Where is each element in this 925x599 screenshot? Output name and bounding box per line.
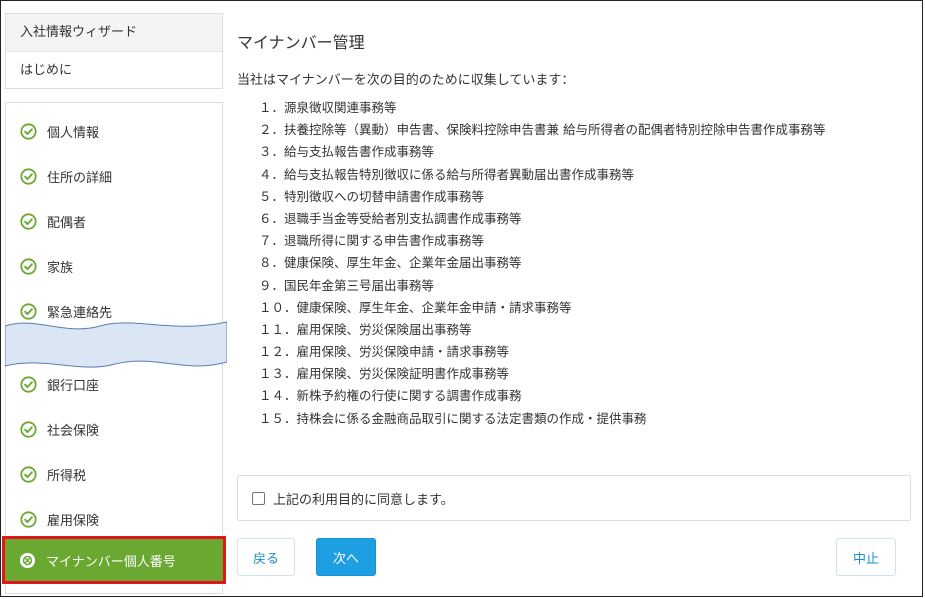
x-circle-icon [5,552,46,569]
check-circle-icon [6,420,47,438]
consent-box: 上記の利用目的に同意します。 [237,475,911,521]
check-circle-icon [6,167,47,185]
sidebar-item-8[interactable]: 所得税 [6,452,222,496]
purpose-item: １３．雇用保険、労災保険証明書作成事務等 [259,366,510,382]
sidebar-item-label: 社会保険 [47,423,100,439]
sidebar-item-1[interactable]: 個人情報 [6,109,222,153]
sidebar-item-intro[interactable]: はじめに [6,52,222,89]
purpose-item: １５．持株会に係る金融商品取引に関する法定書類の作成・提供事務 [259,410,647,426]
sidebar-header: 入社情報ウィザード はじめに [5,13,223,89]
sidebar-item-7[interactable]: 社会保険 [6,407,222,451]
purpose-item: ６．退職手当金等受給者別支払調書作成事務等 [259,210,522,226]
next-button[interactable]: 次へ [316,538,376,576]
check-circle-icon [6,122,47,140]
consent-label[interactable]: 上記の利用目的に同意します。 [273,489,454,508]
sidebar-item-label: 所得税 [47,468,87,484]
sidebar-item-label: マイナンバー個人番号 [46,554,176,570]
sidebar-item-3[interactable]: 配偶者 [6,199,222,243]
purpose-item: １２．雇用保険、労災保険申請・請求事務等 [259,344,510,360]
check-circle-icon [6,510,47,528]
check-circle-icon [6,257,47,275]
sidebar-item-label: 雇用保険 [47,513,100,529]
purpose-item: １．源泉徴収関連事務等 [259,100,397,115]
purpose-list: １．源泉徴収関連事務等 ２．扶養控除等（異動）申告書、保険料控除申告書兼 給与所得… [259,97,825,430]
purpose-item: ９．国民年金第三号届出事務等 [259,277,435,293]
sidebar-item-4[interactable]: 家族 [6,244,222,288]
purpose-item: ８．健康保険、厚生年金、企業年金届出事務等 [259,255,522,271]
back-button[interactable]: 戻る [237,538,295,576]
purpose-item: ３．給与支払報告書作成事務等 [259,144,435,160]
check-circle-icon [6,465,47,483]
purpose-item: ７．退職所得に関する申告書作成事務等 [259,233,485,249]
wizard-window: 入社情報ウィザード はじめに 個人情報 住所の詳細 配偶者 家族 緊急連絡先 銀行口座 社会… [0,0,923,597]
page-title: マイナンバー管理 [237,33,365,52]
sidebar-item-label: 銀行口座 [47,378,100,394]
sidebar-item-10[interactable]: マイナンバー個人番号 [2,536,226,584]
sidebar-item-label: 配偶者 [47,215,87,231]
purpose-item: １４．新株予約権の行使に関する調書作成事務 [259,388,522,404]
sidebar-item-9[interactable]: 雇用保険 [6,497,222,541]
purpose-item: ５．特別徴収への切替申請書作成事務等 [259,188,485,204]
sidebar-item-label: 個人情報 [47,125,100,141]
purpose-item: ２．扶養控除等（異動）申告書、保険料控除申告書兼 給与所得者の配偶者特別控除申告… [259,122,826,138]
intro-text: 当社はマイナンバーを次の目的のために収集しています： [237,73,575,88]
purpose-item: １０．健康保険、厚生年金、企業年金申請・請求事務等 [259,299,572,315]
sidebar-item-2[interactable]: 住所の詳細 [6,154,222,198]
torn-paper-gap [5,321,227,368]
purpose-item: １１．雇用保険、労災保険届出事務等 [259,321,472,337]
wizard-title: 入社情報ウィザード [6,14,222,52]
purpose-item: ４．給与支払報告特別徴収に係る給与所得者異動届出書作成事務等 [259,166,635,182]
sidebar-nav: 個人情報 住所の詳細 配偶者 家族 緊急連絡先 銀行口座 社会保険 所得税 雇用保険 マイナンバー… [2,102,227,594]
check-circle-icon [6,375,47,393]
consent-checkbox[interactable] [252,491,265,505]
check-circle-icon [6,212,47,230]
sidebar-item-label: 家族 [47,260,74,276]
sidebar-item-label: 住所の詳細 [47,170,113,186]
cancel-button[interactable]: 中止 [836,538,896,576]
